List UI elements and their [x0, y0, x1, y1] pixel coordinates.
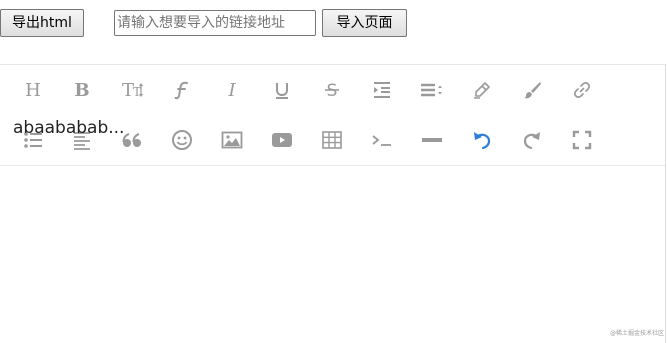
svg-text:H: H: [25, 80, 41, 100]
top-bar: 导出html 导入页面: [0, 0, 668, 46]
undo-icon[interactable]: [465, 123, 499, 157]
url-input[interactable]: [114, 10, 316, 36]
bold-icon[interactable]: B: [65, 73, 99, 107]
video-icon[interactable]: [265, 123, 299, 157]
image-icon[interactable]: [215, 123, 249, 157]
highlighter-icon[interactable]: [465, 73, 499, 107]
import-page-button[interactable]: 导入页面: [322, 9, 407, 37]
indent-icon[interactable]: [365, 73, 399, 107]
watermark: @稀土掘金技术社区: [609, 330, 664, 337]
code-icon[interactable]: [365, 123, 399, 157]
brush-icon[interactable]: [515, 73, 549, 107]
redo-icon[interactable]: [515, 123, 549, 157]
editor-toolbar: H B TT I S: [0, 65, 665, 166]
emoji-icon[interactable]: [165, 123, 199, 157]
svg-text:I: I: [227, 80, 236, 100]
link-icon[interactable]: [565, 73, 599, 107]
svg-text:B: B: [74, 80, 89, 100]
rich-text-editor: H B TT I S: [0, 64, 666, 343]
editor-content[interactable]: abaababab...: [13, 118, 124, 138]
horizontal-rule-icon[interactable]: [415, 123, 449, 157]
heading-icon[interactable]: H: [16, 73, 50, 107]
strikethrough-icon[interactable]: S: [315, 73, 349, 107]
align-icon[interactable]: [415, 73, 449, 107]
table-icon[interactable]: [315, 123, 349, 157]
text-size-icon[interactable]: TT: [115, 73, 149, 107]
italic-icon[interactable]: I: [215, 73, 249, 107]
fullscreen-icon[interactable]: [565, 123, 599, 157]
font-family-icon[interactable]: [165, 73, 199, 107]
export-html-button[interactable]: 导出html: [0, 9, 84, 37]
svg-text:T: T: [133, 85, 141, 99]
underline-icon[interactable]: [265, 73, 299, 107]
